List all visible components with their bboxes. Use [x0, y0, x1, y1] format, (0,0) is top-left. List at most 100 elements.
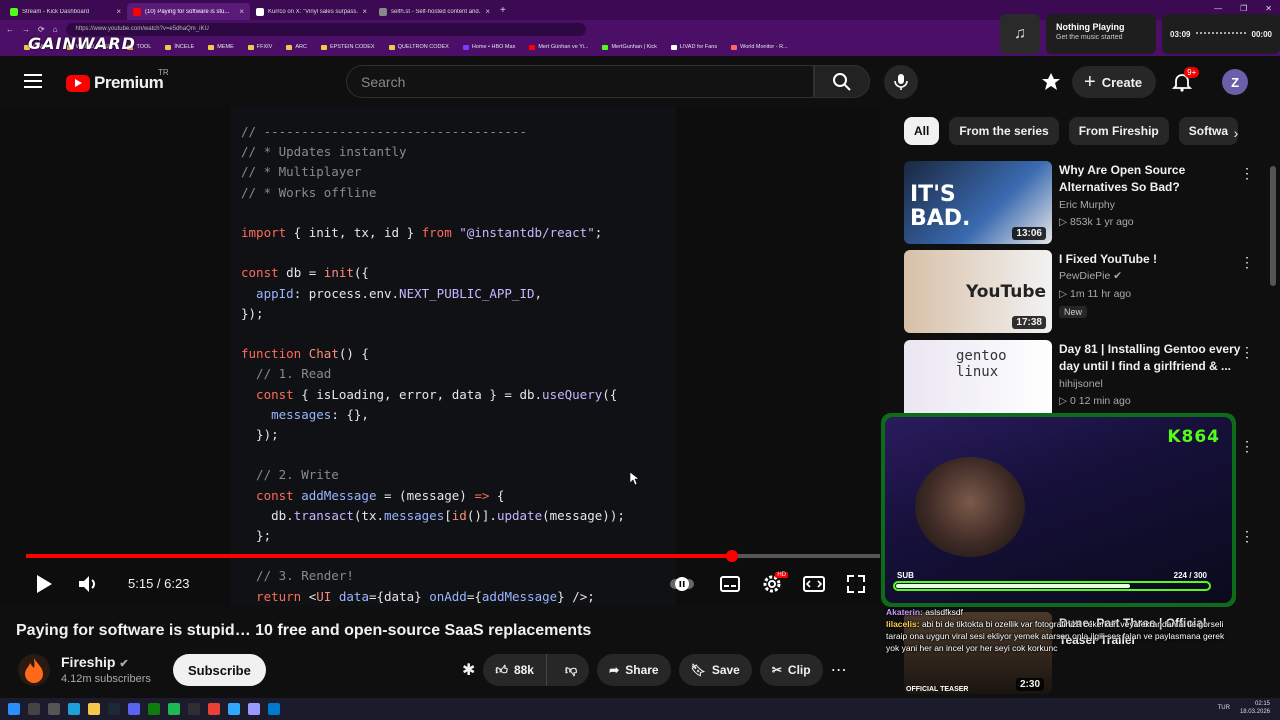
search-icon[interactable]: [28, 703, 40, 715]
language-indicator[interactable]: TUR: [1218, 705, 1230, 711]
chrome-icon[interactable]: [208, 703, 220, 715]
bookmark[interactable]: ARC: [286, 44, 307, 50]
close-icon[interactable]: ×: [239, 7, 244, 16]
video-thumbnail[interactable]: IT'S BAD. 13:06: [904, 161, 1052, 244]
maximize-icon[interactable]: ❐: [1240, 4, 1247, 13]
rec-channel[interactable]: hihijsonel: [1059, 378, 1103, 390]
play-icon[interactable]: [32, 572, 56, 596]
steam-icon[interactable]: [108, 703, 120, 715]
chip-all[interactable]: All: [904, 117, 940, 145]
spotify-icon[interactable]: [168, 703, 180, 715]
rec-title[interactable]: I Fixed YouTube !: [1059, 251, 1255, 268]
recommendation-item[interactable]: YouTube 17:38 I Fixed YouTube ! PewDiePi…: [904, 250, 1274, 334]
chevron-right-icon[interactable]: ›: [1224, 121, 1248, 145]
autoplay-toggle-icon[interactable]: [670, 572, 694, 596]
create-button[interactable]: + Create: [1072, 66, 1157, 98]
close-icon[interactable]: ×: [116, 7, 121, 16]
xbox-icon[interactable]: [148, 703, 160, 715]
bookmark[interactable]: MertGunhan | Kick: [602, 44, 657, 50]
back-icon[interactable]: ←: [6, 25, 14, 34]
dislike-button[interactable]: 👎︎: [553, 663, 589, 678]
rec-channel[interactable]: PewDiePie ✔: [1059, 270, 1122, 282]
settings-gear-icon[interactable]: HD: [760, 572, 788, 596]
chip-from-fireship[interactable]: From Fireship: [1068, 117, 1169, 145]
bookmark[interactable]: Mert Günhan ve Yi...: [529, 44, 588, 50]
code-line: db.transact(tx.messages[id()].update(mes…: [241, 506, 625, 526]
window-close-icon[interactable]: ✕: [1265, 4, 1272, 13]
start-icon[interactable]: [8, 703, 20, 715]
browser-tab[interactable]: Kurrco on X: "Vinyl sales surpass... ×: [250, 3, 373, 20]
menu-icon[interactable]: [24, 74, 42, 88]
bookmark[interactable]: QUELTRON CODEX: [388, 44, 449, 50]
music-note-icon[interactable]: ♫: [1000, 14, 1040, 54]
task-view-icon[interactable]: [48, 703, 60, 715]
recommendation-item[interactable]: IT'S BAD. 13:06 Why Are Open Source Alter…: [904, 161, 1274, 245]
chip-from-series[interactable]: From the series: [949, 117, 1059, 145]
more-vert-icon[interactable]: ⋮: [1240, 528, 1254, 545]
bookmark[interactable]: İNCELE: [165, 44, 194, 50]
notifications-button[interactable]: 9+: [1166, 66, 1200, 98]
region-code: TR: [158, 68, 169, 77]
forward-icon[interactable]: →: [22, 25, 30, 34]
bookmark[interactable]: Home • HBO Max: [462, 44, 515, 50]
url-field[interactable]: https://www.youtube.com/watch?v=e5dhaQm_…: [65, 22, 586, 36]
bookmark[interactable]: EPSTEIN CODEX: [320, 44, 375, 50]
clock[interactable]: 02:15 18.03.2026: [1240, 700, 1270, 716]
code-token: id: [451, 507, 467, 523]
search-button[interactable]: [814, 65, 870, 98]
rec-channel[interactable]: Eric Murphy: [1059, 199, 1115, 211]
youtube-premium-logo[interactable]: Premium TR: [66, 68, 169, 93]
share-button[interactable]: ➦ Share: [597, 654, 671, 686]
rec-title[interactable]: Why Are Open Source Alternatives So Bad?: [1059, 162, 1255, 196]
rec-title[interactable]: Day 81 | Installing Gentoo every day unt…: [1059, 341, 1255, 375]
youtube-shorts-remix-icon[interactable]: [1040, 71, 1062, 93]
clip-button[interactable]: ✂ Clip: [759, 654, 823, 686]
subscribe-button[interactable]: Subscribe: [173, 654, 266, 686]
scrubber-handle[interactable]: [726, 550, 739, 562]
bookmark[interactable]: LIVAD for Fans: [670, 44, 717, 50]
volume-icon[interactable]: [76, 572, 100, 596]
account-avatar[interactable]: Z: [1222, 69, 1249, 95]
like-button[interactable]: 👍︎ 88k: [483, 654, 547, 686]
premiere-icon[interactable]: [248, 703, 260, 715]
video-progress-bar[interactable]: [26, 550, 880, 562]
photoshop-icon[interactable]: [228, 703, 240, 715]
minimize-icon[interactable]: —: [1214, 4, 1222, 13]
bookmark[interactable]: World Monitor - R...: [731, 44, 788, 50]
bookmark[interactable]: FFXIV: [247, 44, 272, 50]
page-scrollbar[interactable]: [1270, 106, 1276, 696]
bookmark[interactable]: MEME: [208, 44, 234, 50]
voice-search-button[interactable]: [884, 65, 918, 99]
browser-tab-active[interactable]: (10) Paying for software is stu... ×: [127, 3, 250, 20]
fullscreen-icon[interactable]: [844, 572, 868, 596]
discord-icon[interactable]: [128, 703, 140, 715]
obs-icon[interactable]: [188, 703, 200, 715]
video-player[interactable]: // ----------------------------------- //…: [0, 106, 880, 606]
video-thumbnail[interactable]: YouTube 17:38: [904, 250, 1052, 333]
save-button[interactable]: 🔖︎ Save: [678, 654, 752, 686]
reload-icon[interactable]: ⟳: [38, 25, 45, 34]
browser-tab[interactable]: Stream - Kick Dashboard ×: [4, 3, 127, 20]
browser-tab[interactable]: selfh.st - Self-hosted content and... ×: [373, 3, 496, 20]
video-thumbnail[interactable]: gentoo linux: [904, 340, 1052, 423]
channel-name[interactable]: Fireship ✔: [61, 654, 129, 670]
file-explorer-icon[interactable]: [88, 703, 100, 715]
edge-icon[interactable]: [68, 703, 80, 715]
channel-avatar[interactable]: [18, 654, 50, 686]
vscode-icon[interactable]: [268, 703, 280, 715]
search-input[interactable]: Search: [346, 65, 814, 98]
home-icon[interactable]: ⌂: [53, 25, 58, 34]
close-icon[interactable]: ×: [485, 7, 490, 16]
more-actions-icon[interactable]: ⋯: [831, 660, 847, 680]
remix-icon[interactable]: ✱: [462, 660, 475, 680]
subtitles-icon[interactable]: [718, 572, 742, 596]
more-vert-icon[interactable]: ⋮: [1240, 165, 1254, 182]
more-vert-icon[interactable]: ⋮: [1240, 344, 1254, 361]
code-token: });: [241, 305, 264, 321]
theater-mode-icon[interactable]: [802, 572, 826, 596]
close-icon[interactable]: ×: [362, 7, 367, 16]
recommendation-item[interactable]: gentoo linux Day 81 | Installing Gentoo …: [904, 340, 1274, 424]
new-tab-icon[interactable]: +: [500, 5, 506, 16]
more-vert-icon[interactable]: ⋮: [1240, 438, 1254, 455]
more-vert-icon[interactable]: ⋮: [1240, 254, 1254, 271]
